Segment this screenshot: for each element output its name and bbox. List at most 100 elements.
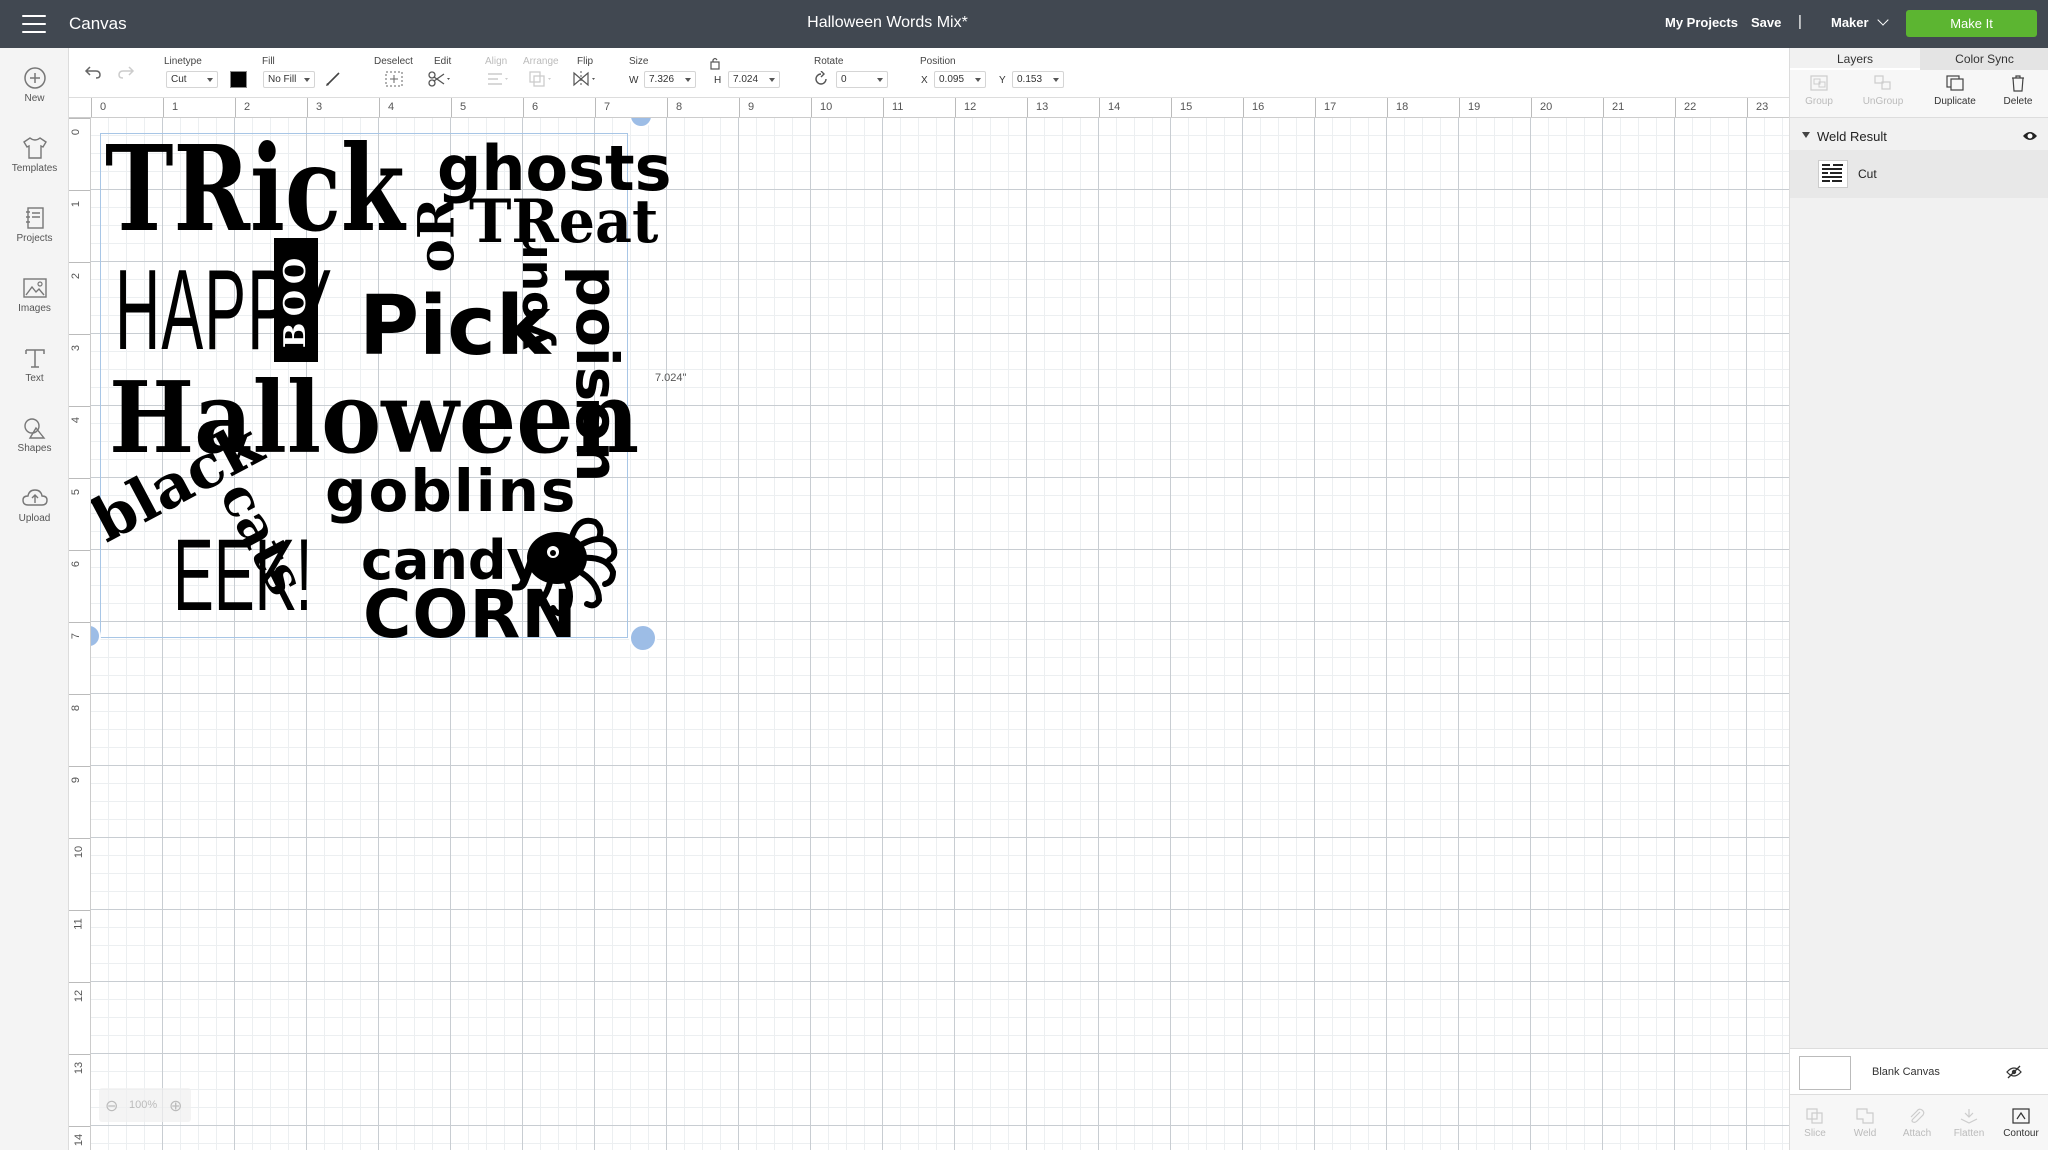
rotate-input[interactable]: 0 xyxy=(836,71,888,88)
align-icon[interactable] xyxy=(485,70,511,88)
width-axis-label: W xyxy=(629,75,639,86)
ruler-top-line xyxy=(739,98,740,117)
ruler-left-tick: 12 xyxy=(73,989,86,1003)
save-link[interactable]: Save xyxy=(1751,15,1781,30)
zoom-level: 100% xyxy=(129,1099,158,1111)
ruler-top-tick: 13 xyxy=(1036,101,1049,113)
layer-operation-label: Cut xyxy=(1858,167,1877,181)
group-button[interactable]: Group xyxy=(1790,74,1848,107)
deselect-icon[interactable] xyxy=(384,70,404,88)
sidebar-item-upload[interactable]: Upload xyxy=(0,486,69,546)
word-or: oR xyxy=(406,197,466,273)
stepper-icon xyxy=(1053,78,1059,82)
ruler-left-line xyxy=(69,190,90,191)
eye-hidden-icon[interactable] xyxy=(2006,1065,2022,1079)
ruler-left: 0 1 2 3 4 5 6 7 8 9 10 11 12 13 14 xyxy=(69,118,91,1150)
sidebar-item-projects[interactable]: Projects xyxy=(0,206,69,266)
shapes-icon xyxy=(23,418,45,439)
ruler-top-line xyxy=(307,98,308,117)
ruler-left-line xyxy=(69,1126,90,1127)
sidebar-item-text[interactable]: Text xyxy=(0,346,69,406)
sidebar-item-label: Shapes xyxy=(17,443,52,454)
word-boo-text: BOO xyxy=(278,251,313,349)
flip-icon[interactable] xyxy=(571,70,599,88)
sidebar-item-label: Text xyxy=(25,373,44,384)
sidebar-item-images[interactable]: Images xyxy=(0,276,69,336)
tab-color-sync[interactable]: Color Sync xyxy=(1920,48,2048,70)
ruler-left-line xyxy=(69,1054,90,1055)
ruler-top-line xyxy=(379,98,380,117)
blank-canvas-row[interactable]: Blank Canvas xyxy=(1790,1048,2048,1094)
my-projects-link[interactable]: My Projects xyxy=(1665,15,1738,30)
sidebar-item-shapes[interactable]: Shapes xyxy=(0,416,69,476)
position-label: Position xyxy=(920,56,956,67)
zoom-out-icon[interactable]: ⊖ xyxy=(105,1096,118,1116)
design-space-app: Canvas Halloween Words Mix* My Projects … xyxy=(0,0,2048,1150)
slice-button[interactable]: Slice xyxy=(1790,1107,1840,1139)
y-position-input[interactable]: 0.153 xyxy=(1012,71,1064,88)
top-bar: Canvas Halloween Words Mix* My Projects … xyxy=(0,0,2048,48)
chevron-down-icon xyxy=(1876,14,1889,26)
ruler-left-line xyxy=(69,550,90,551)
pen-icon[interactable] xyxy=(324,70,342,88)
stepper-icon xyxy=(769,78,775,82)
stepper-icon xyxy=(685,78,691,82)
zoom-in-icon[interactable]: ⊕ xyxy=(169,1096,182,1116)
ruler-left-tick: 5 xyxy=(70,488,83,496)
arrange-icon[interactable] xyxy=(528,70,554,88)
ruler-top-line xyxy=(163,98,164,117)
width-input[interactable]: 7.326 xyxy=(644,71,696,88)
zoom-control[interactable]: ⊖ 100% ⊕ xyxy=(99,1088,191,1122)
weld-icon xyxy=(1856,1108,1874,1124)
color-swatch[interactable] xyxy=(230,71,247,88)
machine-select[interactable]: Maker xyxy=(1831,14,1889,30)
blank-canvas-swatch[interactable] xyxy=(1799,1056,1851,1090)
sidebar-item-new[interactable]: New xyxy=(0,66,69,126)
fill-value: No Fill xyxy=(268,74,297,85)
x-position-input[interactable]: 0.095 xyxy=(934,71,986,88)
arrange-label: Arrange xyxy=(523,56,559,67)
layer-group-header[interactable]: Weld Result xyxy=(1790,124,2048,150)
layer-item[interactable]: Cut xyxy=(1790,150,2048,198)
ruler-top-tick: 17 xyxy=(1324,101,1337,113)
width-value: 7.326 xyxy=(649,74,675,85)
ruler-top-tick: 9 xyxy=(748,101,755,113)
fill-select[interactable]: No Fill xyxy=(263,71,315,88)
weld-button[interactable]: Weld xyxy=(1840,1107,1890,1139)
ruler-top-tick: 18 xyxy=(1396,101,1409,113)
redo-icon[interactable] xyxy=(117,64,135,80)
ungroup-button[interactable]: UnGroup xyxy=(1854,74,1912,107)
flatten-button[interactable]: Flatten xyxy=(1944,1107,1994,1139)
ruler-top-line xyxy=(1243,98,1244,117)
duplicate-icon xyxy=(1946,75,1964,91)
ruler-top-line xyxy=(1531,98,1532,117)
scissors-icon[interactable] xyxy=(427,70,453,88)
sidebar-item-templates[interactable]: Templates xyxy=(0,136,69,196)
y-axis-label: Y xyxy=(999,75,1006,86)
left-sidebar: New Templates Projects Images Text Shape… xyxy=(0,48,69,1150)
linetype-select[interactable]: Cut xyxy=(166,71,218,88)
ruler-top-tick: 3 xyxy=(316,101,323,113)
eye-icon[interactable] xyxy=(2022,130,2038,142)
rotate-icon xyxy=(815,71,827,85)
delete-button[interactable]: Delete xyxy=(1989,74,2047,107)
attach-button[interactable]: Attach xyxy=(1892,1107,1942,1139)
ruler-top-tick: 19 xyxy=(1468,101,1481,113)
contour-button[interactable]: Contour xyxy=(1996,1107,2046,1139)
expand-arrow-icon[interactable] xyxy=(1802,132,1810,138)
make-it-button[interactable]: Make It xyxy=(1906,10,2037,37)
ruler-top-line xyxy=(1171,98,1172,117)
design-canvas[interactable]: TRick ghosts oR TReat HAPPY BOO Pick you… xyxy=(91,118,1789,1150)
selected-design[interactable]: TRick ghosts oR TReat HAPPY BOO Pick you… xyxy=(91,130,672,648)
ruler-top-line xyxy=(91,98,92,117)
ruler-top-line xyxy=(451,98,452,117)
ruler-left-line xyxy=(69,838,90,839)
height-input[interactable]: 7.024 xyxy=(728,71,780,88)
tab-layers[interactable]: Layers xyxy=(1790,48,1920,70)
lock-icon[interactable] xyxy=(709,56,721,70)
duplicate-button[interactable]: Duplicate xyxy=(1926,74,1984,107)
undo-icon[interactable] xyxy=(84,64,102,80)
x-value: 0.095 xyxy=(939,74,965,85)
resize-handle[interactable] xyxy=(629,624,657,652)
rotate-handle[interactable] xyxy=(629,118,653,128)
